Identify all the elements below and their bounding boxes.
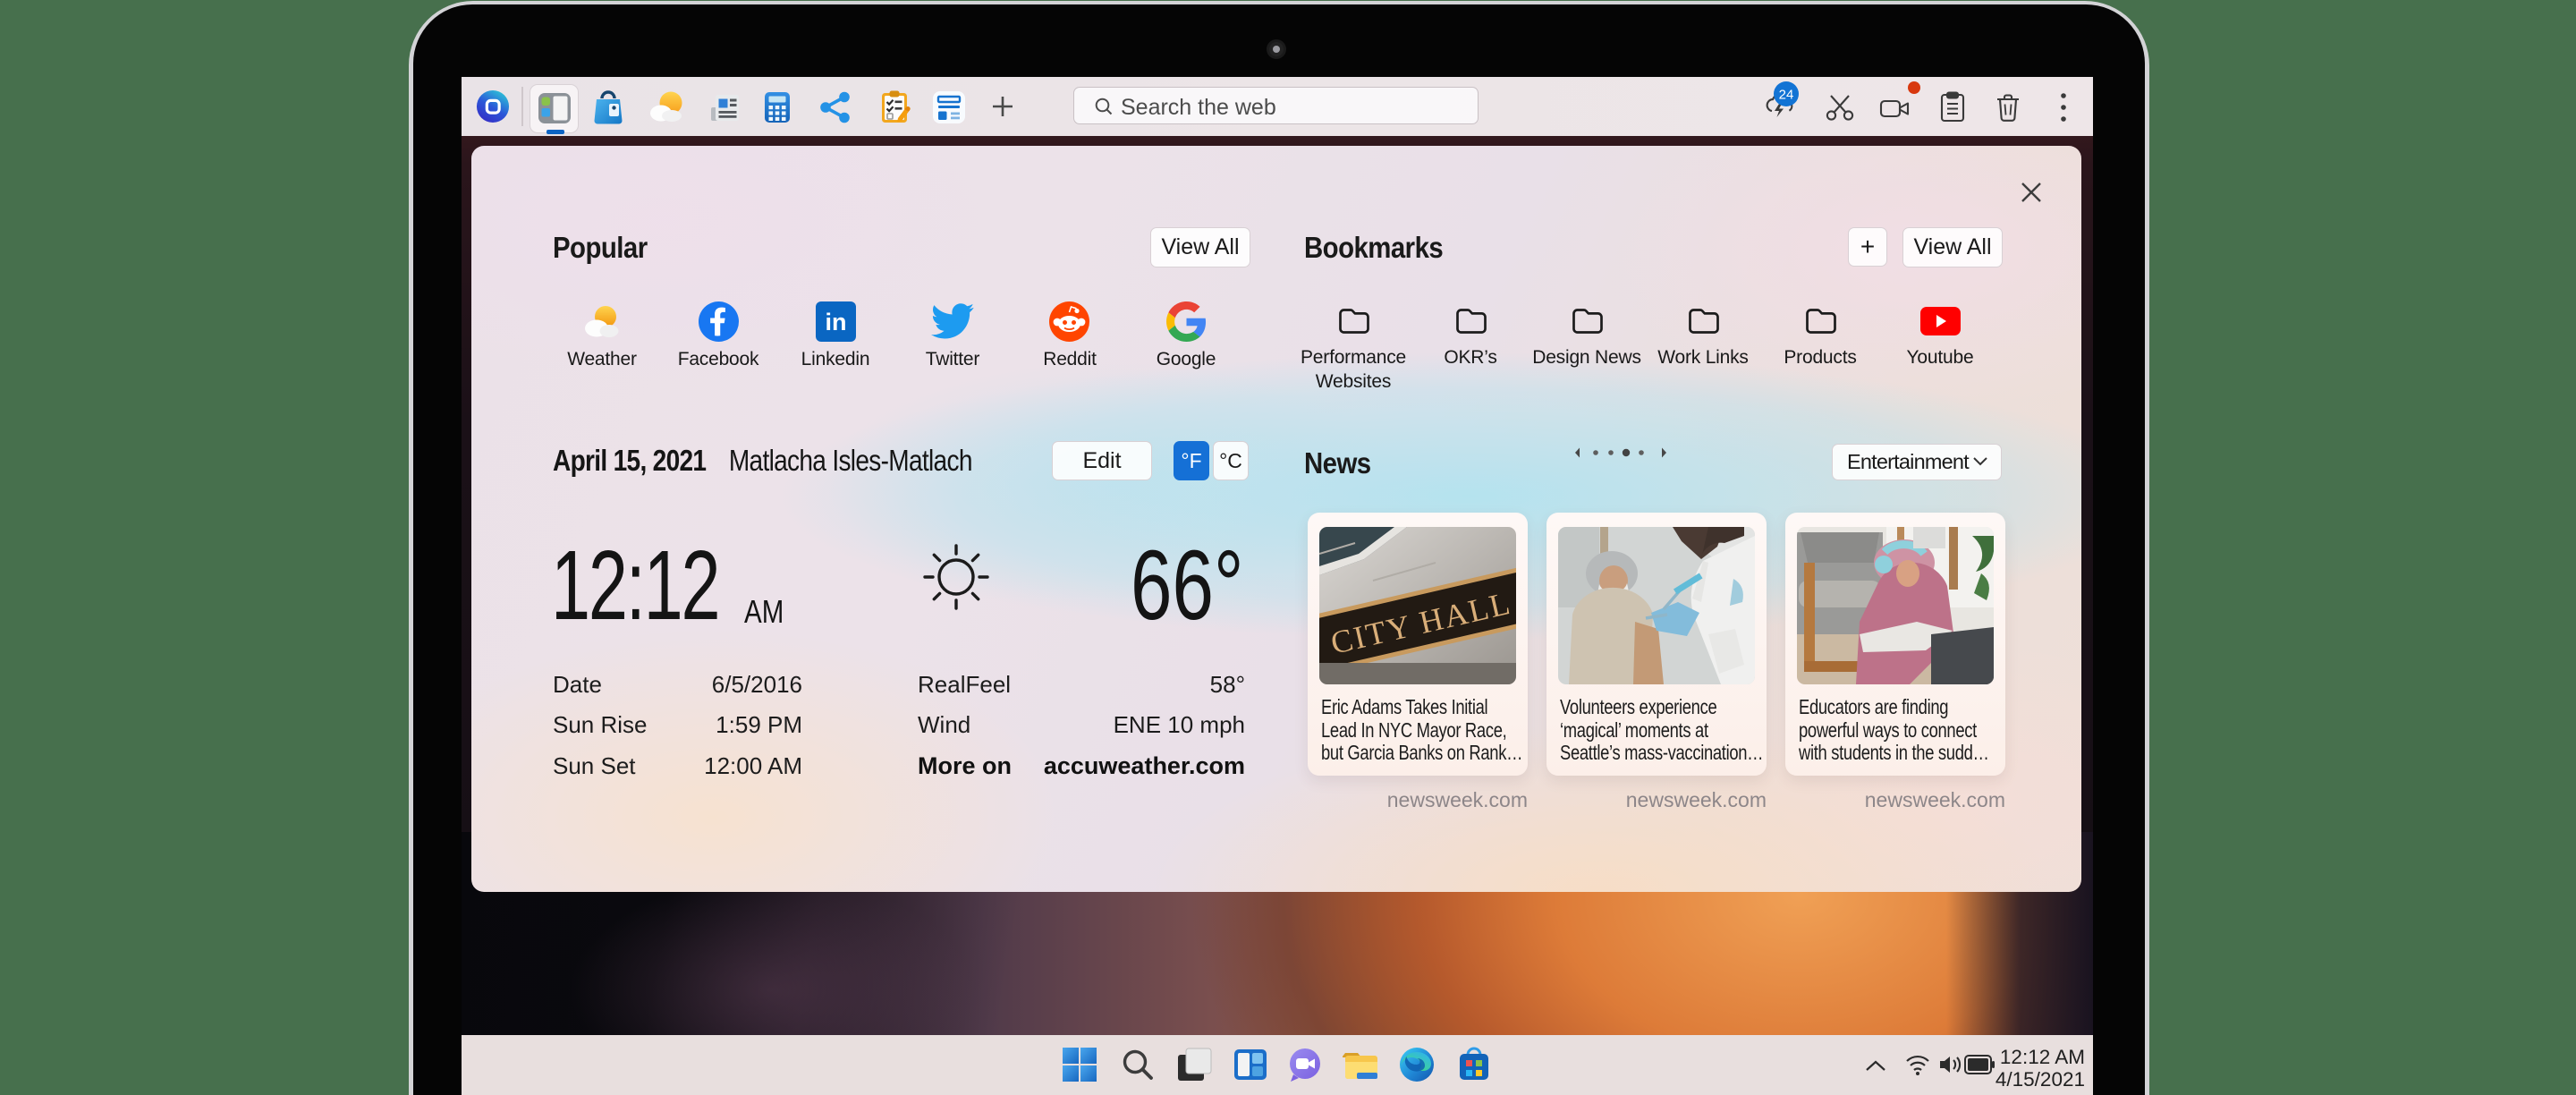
svg-text:in: in	[826, 309, 847, 335]
svg-text:24: 24	[1779, 88, 1794, 103]
